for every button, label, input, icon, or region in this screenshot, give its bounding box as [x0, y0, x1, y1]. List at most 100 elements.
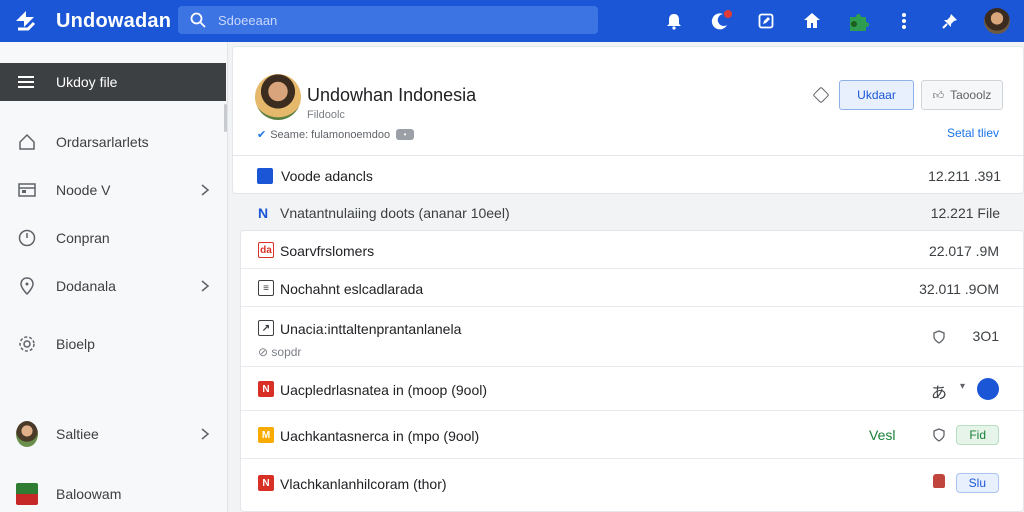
file-list: da Soarvfrslomers 22.017 .9M ≡ Nochahnt …	[240, 230, 1024, 512]
app-title: Undowadan	[56, 9, 172, 32]
top-app-bar: Undowadan	[0, 0, 1024, 42]
chevron-right-icon	[201, 184, 210, 196]
status-text: Vesl	[869, 427, 896, 443]
sidebar-item-baloowam[interactable]: Baloowam	[0, 474, 226, 512]
sidebar-item-label: Bioelp	[56, 336, 95, 352]
list-item[interactable]: N Vlachkanlanhilcoram (thor) Slu	[241, 459, 1023, 507]
profile-subtitle: Fildoolc	[307, 109, 345, 121]
list-item[interactable]: ↗ Unacia:inttaltenprantanlanela ⊘ sopdr …	[241, 307, 1023, 367]
more-vert-icon[interactable]	[892, 9, 916, 33]
flag-avatar	[16, 483, 38, 505]
top-actions	[640, 0, 1010, 42]
verified-line: ✔ Seame: fulamonoemdoo •	[257, 128, 415, 141]
location-icon	[16, 275, 38, 297]
shield-icon[interactable]	[933, 330, 945, 344]
list-item-label: Uacpledrlasnatea in (moop (9ool)	[280, 382, 487, 398]
diamond-icon[interactable]	[812, 86, 830, 104]
sidebar-item-node[interactable]: Noode V	[0, 170, 226, 210]
folder-icon	[16, 179, 38, 201]
sidebar-item-label: Conpran	[56, 230, 110, 246]
thumb-icon: 👍︎	[932, 89, 945, 102]
sidebar-item-dodanala[interactable]: Dodanala	[0, 266, 226, 306]
lock-icon[interactable]	[933, 474, 945, 488]
summary-row-value: 12.221 File	[930, 205, 1000, 221]
clock-icon	[16, 227, 38, 249]
list-item[interactable]: M Uachkantasnerca in (mpo (9ool) Vesl Fi…	[241, 411, 1023, 459]
list-item-sub: ⊘ sopdr	[258, 345, 302, 359]
file-red-icon: N	[258, 381, 274, 397]
main-row-value: 12.211 .391	[928, 167, 1001, 184]
badge-icon: •	[396, 129, 415, 140]
sidebar: Ukdoy file Ordarsarlarlets Noode V Conpr…	[0, 42, 228, 512]
edit-icon[interactable]	[754, 9, 778, 33]
n-icon: N	[258, 205, 269, 221]
list-item[interactable]: N Uacpledrlasnatea in (moop (9ool) あ ▾	[241, 367, 1023, 411]
summary-row: N Vnatantnulaiing doots (ananar 10eel) 1…	[232, 198, 1024, 228]
list-item-label: Vlachkanlanhilcoram (thor)	[280, 476, 447, 492]
search-input[interactable]	[218, 12, 518, 28]
verified-text: Seame: fulamonoemdoo	[270, 128, 391, 141]
main-row[interactable]: Voode adancls 12.211 .391	[233, 155, 1024, 195]
summary-row-label: Vnatantnulaiing doots (ananar 10eel)	[280, 205, 510, 221]
notification-dot	[724, 10, 732, 18]
status-pill[interactable]: Fid	[956, 425, 999, 445]
settings-icon[interactable]	[977, 378, 999, 400]
search-icon	[190, 12, 206, 28]
blue-file-icon	[257, 168, 273, 184]
main-content: Undowhan Indonesia Fildoolc ✔ Seame: ful…	[232, 46, 1024, 512]
home-outline-icon	[16, 131, 38, 153]
main-row-label: Voode adancls	[281, 167, 373, 184]
sidebar-item-settings[interactable]: Bioelp	[0, 324, 226, 364]
chevron-down-icon[interactable]: ▾	[960, 381, 965, 392]
status-pill[interactable]: Slu	[955, 473, 999, 493]
sidebar-item-overview[interactable]: Ordarsarlarlets	[0, 122, 226, 162]
settings-icon	[16, 333, 38, 355]
moon-icon[interactable]	[708, 9, 732, 33]
link-icon: ↗	[258, 320, 274, 336]
secondary-action-button[interactable]: 👍︎ Taooolz	[921, 80, 1003, 110]
profile-name: Undowhan Indonesia	[307, 85, 477, 105]
sidebar-item-label: Noode V	[56, 182, 111, 198]
doc-icon: ≡	[258, 280, 274, 296]
bell-icon[interactable]	[662, 9, 686, 33]
translate-icon[interactable]: あ	[931, 379, 947, 403]
avatar[interactable]	[984, 8, 1010, 34]
list-item-label: Uachkantasnerca in (mpo (9ool)	[280, 428, 480, 444]
list-item-label: Unacia:inttaltenprantanlanela	[280, 321, 462, 337]
primary-action-button[interactable]: Ukdaar	[839, 80, 914, 110]
home-icon[interactable]	[800, 9, 824, 33]
menu-icon[interactable]	[18, 75, 34, 89]
puzzle-icon[interactable]	[846, 9, 870, 33]
check-icon: ✔	[257, 129, 267, 141]
secondary-button-label: Taooolz	[950, 88, 992, 102]
shield-icon[interactable]	[933, 428, 945, 442]
chevron-right-icon	[201, 280, 210, 292]
search-bar[interactable]	[178, 6, 598, 34]
file-red-icon: N	[258, 475, 274, 491]
list-item-value: 22.017 .9M	[928, 243, 999, 259]
list-item[interactable]: ≡ Nochahnt eslcadlarada 32.011 .9OM	[241, 269, 1023, 307]
list-item-value: 3O1	[972, 328, 999, 344]
profile-card: Undowhan Indonesia Fildoolc ✔ Seame: ful…	[232, 46, 1024, 194]
sidebar-item-label: Dodanala	[56, 278, 116, 294]
list-item[interactable]: da Soarvfrslomers 22.017 .9M	[241, 231, 1023, 269]
logo-icon[interactable]	[12, 7, 40, 35]
sidebar-item-user[interactable]: Saltiee	[0, 414, 226, 454]
sidebar-header[interactable]: Ukdoy file	[0, 63, 226, 101]
sidebar-item-label: Baloowam	[56, 486, 122, 502]
sidebar-item-label: Ordarsarlarlets	[56, 134, 149, 150]
user-avatar	[16, 421, 38, 447]
list-item-value: 32.011 .9OM	[919, 281, 999, 297]
list-item-label: Nochahnt eslcadlarada	[280, 281, 424, 297]
list-item-sub-text: sopdr	[271, 345, 302, 359]
profile-avatar[interactable]	[255, 74, 301, 120]
sidebar-item-label: Saltiee	[56, 426, 99, 442]
file-red-icon: da	[258, 242, 274, 258]
sidebar-header-label: Ukdoy file	[56, 74, 118, 90]
details-link[interactable]: Setal tliev	[947, 126, 999, 140]
file-yellow-icon: M	[258, 427, 274, 443]
pin-icon[interactable]	[938, 9, 962, 33]
list-item-label: Soarvfrslomers	[280, 243, 375, 259]
chevron-right-icon	[201, 428, 210, 440]
sidebar-item-conpran[interactable]: Conpran	[0, 218, 226, 258]
